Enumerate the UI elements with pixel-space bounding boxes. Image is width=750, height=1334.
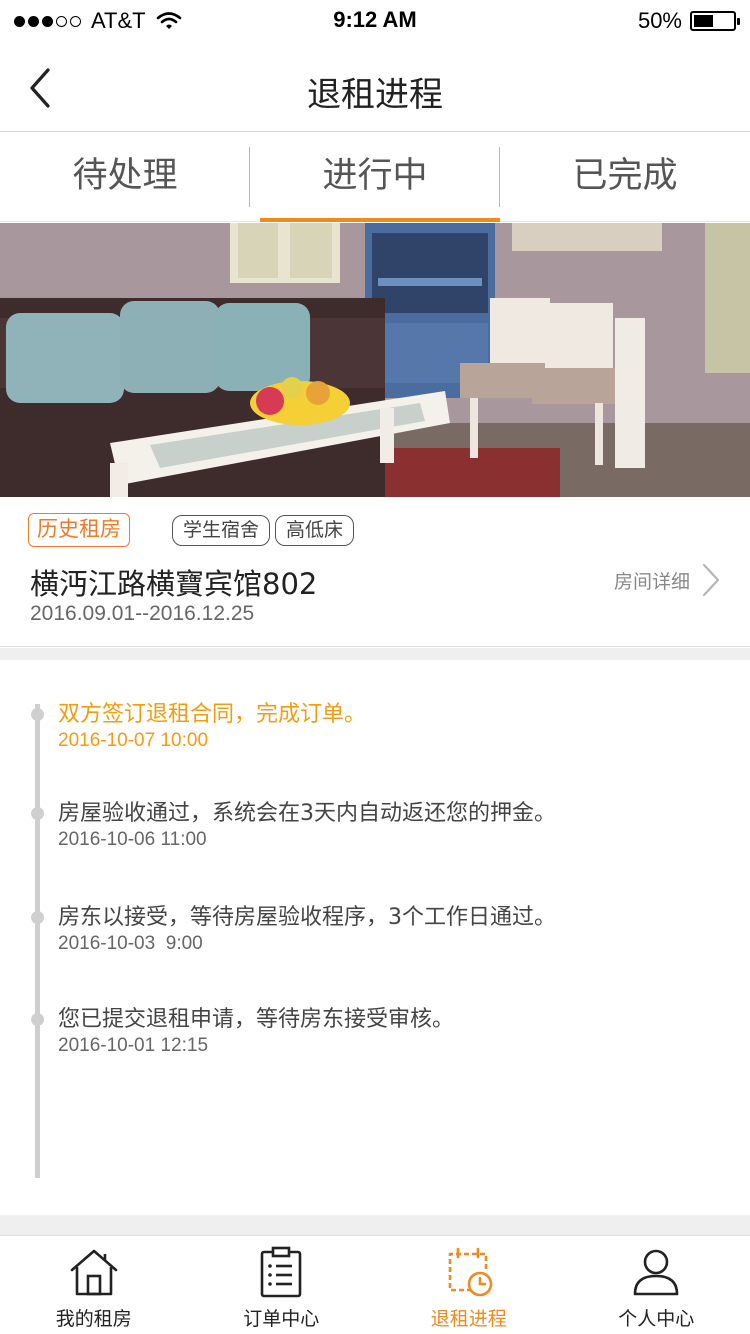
calendar-clock-icon xyxy=(448,1247,493,1297)
battery-percent: 50% xyxy=(637,8,682,33)
timeline-dot xyxy=(31,807,44,820)
clipboard-list-icon xyxy=(260,1246,302,1298)
tabbar-item-profile[interactable]: 个人中心 xyxy=(563,1236,750,1334)
tabbar-item-my-rentals[interactable]: 我的租房 xyxy=(0,1236,188,1334)
chevron-right-icon xyxy=(702,563,720,597)
timeline-time: 2016-10-07 10:00 xyxy=(58,730,209,751)
refund-progress-timeline: 双方签订退租合同，完成订单。 2016-10-07 10:00 房屋验收通过，系… xyxy=(0,660,750,1215)
tabbar-item-refund-progress[interactable]: 退租进程 xyxy=(375,1236,563,1334)
history-rental-badge: 历史租房 xyxy=(28,513,130,547)
tab-label: 待处理 xyxy=(72,156,178,196)
tabbar-label: 订单中心 xyxy=(243,1308,320,1330)
timeline-time: 2016-10-03 9:00 xyxy=(58,933,203,954)
rental-period: 2016.09.01--2016.12.25 xyxy=(30,602,255,625)
tab-label: 已完成 xyxy=(572,156,678,196)
timeline-time: 2016-10-01 12:15 xyxy=(58,1035,209,1056)
tab-label: 进行中 xyxy=(322,156,428,196)
tab-pending[interactable]: 待处理 xyxy=(0,133,250,221)
nav-header: 退租进程 xyxy=(0,40,750,132)
room-photo[interactable] xyxy=(0,223,750,497)
timeline-text: 房东以接受，等待房屋验收程序，3个工作日通过。 xyxy=(58,905,556,930)
section-divider xyxy=(0,648,750,660)
tab-in-progress[interactable]: 进行中 xyxy=(250,133,500,222)
tabbar-item-orders[interactable]: 订单中心 xyxy=(188,1236,376,1334)
timeline-text: 您已提交退租申请，等待房东接受审核。 xyxy=(58,1007,455,1032)
tabbar-label: 退租进程 xyxy=(430,1308,507,1330)
timeline-dot xyxy=(31,911,44,924)
house-icon xyxy=(70,1249,118,1296)
tab-completed[interactable]: 已完成 xyxy=(500,133,750,221)
person-icon xyxy=(633,1249,679,1296)
timeline-line xyxy=(35,704,40,1178)
timeline-time: 2016-10-06 11:00 xyxy=(58,829,207,850)
battery-icon xyxy=(690,11,740,31)
room-detail-link[interactable]: 房间详细 xyxy=(614,563,720,597)
active-tab-indicator xyxy=(260,218,500,222)
room-detail-label: 房间详细 xyxy=(613,570,690,593)
tabbar-label: 我的租房 xyxy=(55,1308,132,1330)
section-divider xyxy=(0,1215,750,1235)
room-tag: 学生宿舍 xyxy=(172,515,271,546)
status-bar: AT&T 9:12 AM 50% xyxy=(0,0,750,40)
bottom-tab-bar: 我的租房 订单中心 退租进程 个人中心 xyxy=(0,1235,750,1334)
room-title: 横沔江路横寶宾馆802 xyxy=(30,567,318,601)
timeline-text: 房屋验收通过，系统会在3天内自动返还您的押金。 xyxy=(58,801,556,826)
page-title: 退租进程 xyxy=(307,75,443,115)
timeline-text: 双方签订退租合同，完成订单。 xyxy=(58,702,367,727)
timeline-dot xyxy=(31,708,44,721)
room-info-card: 历史租房 学生宿舍 高低床 横沔江路横寶宾馆802 2016.09.01--20… xyxy=(0,497,750,647)
timeline-dot xyxy=(31,1013,44,1026)
battery-fill xyxy=(694,15,713,27)
room-tag: 高低床 xyxy=(275,515,355,546)
tabbar-label: 个人中心 xyxy=(618,1308,695,1330)
status-tabs: 待处理 进行中 已完成 xyxy=(0,133,750,222)
